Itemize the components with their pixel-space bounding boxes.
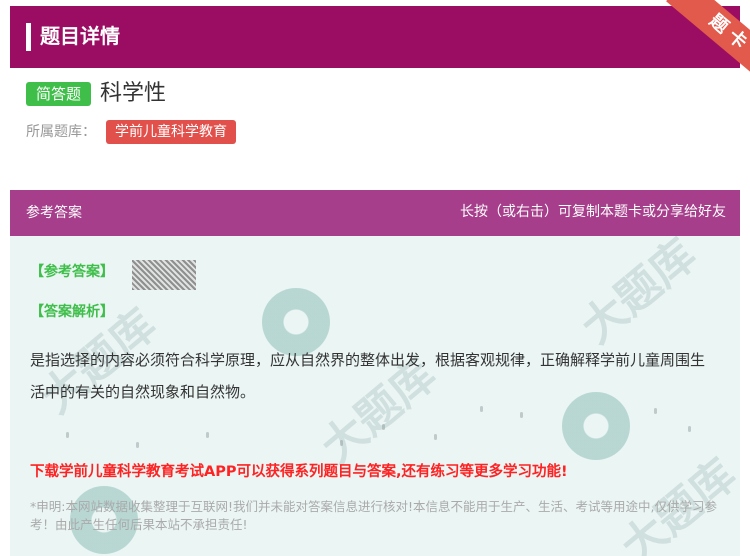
decoration-drop [340,440,343,446]
question-bank-link[interactable]: 学前儿童科学教育 [106,120,236,144]
decoration-drop [206,432,209,438]
disclaimer-text: *申明:本网站数据收集整理于互联网!我们并未能对答案信息进行核对!本信息不能用于… [30,499,717,532]
answer-explanation: 是指选择的内容必须符合科学原理，应从自然界的整体出发，根据客观规律，正确解释学前… [30,351,706,401]
answer-section-header: 参考答案 长按（或右击）可复制本题卡或分享给好友 [10,190,740,236]
reference-answer-label: 【参考答案】 [30,264,114,280]
analysis-label: 【答案解析】 [30,304,114,320]
answer-section-title: 参考答案 [26,205,82,221]
page-header: 题目详情 [10,6,740,68]
header-accent-bar [26,23,31,51]
card-ribbon-label: 题卡 [666,0,750,90]
question-type-badge: 简答题 [26,82,92,106]
reference-answer-image [132,260,196,290]
watermark: 大题库 [571,236,706,354]
answer-body: 大题库 大题库 大题库 大题库 【参考答案】 【答案解析】 是指选择的内容必须符… [10,236,740,556]
decoration-drop [520,412,523,418]
question-title: 科学性 [100,81,167,106]
decoration-drop [136,442,139,448]
decoration-drop [382,424,385,430]
question-bank-label: 所属题库： [26,124,96,140]
card-ribbon: 题卡 [640,0,750,90]
decoration-drop [688,426,691,432]
app-download-promo[interactable]: 下载学前儿童科学教育考试APP可以获得系列题目与答案,还有练习等更多学习功能! [30,460,568,484]
decoration-drop [66,432,69,438]
page-title: 题目详情 [40,24,120,48]
decoration-drop [654,408,657,414]
decoration-drop [434,434,437,440]
copy-share-hint: 长按（或右击）可复制本题卡或分享给好友 [460,204,726,220]
